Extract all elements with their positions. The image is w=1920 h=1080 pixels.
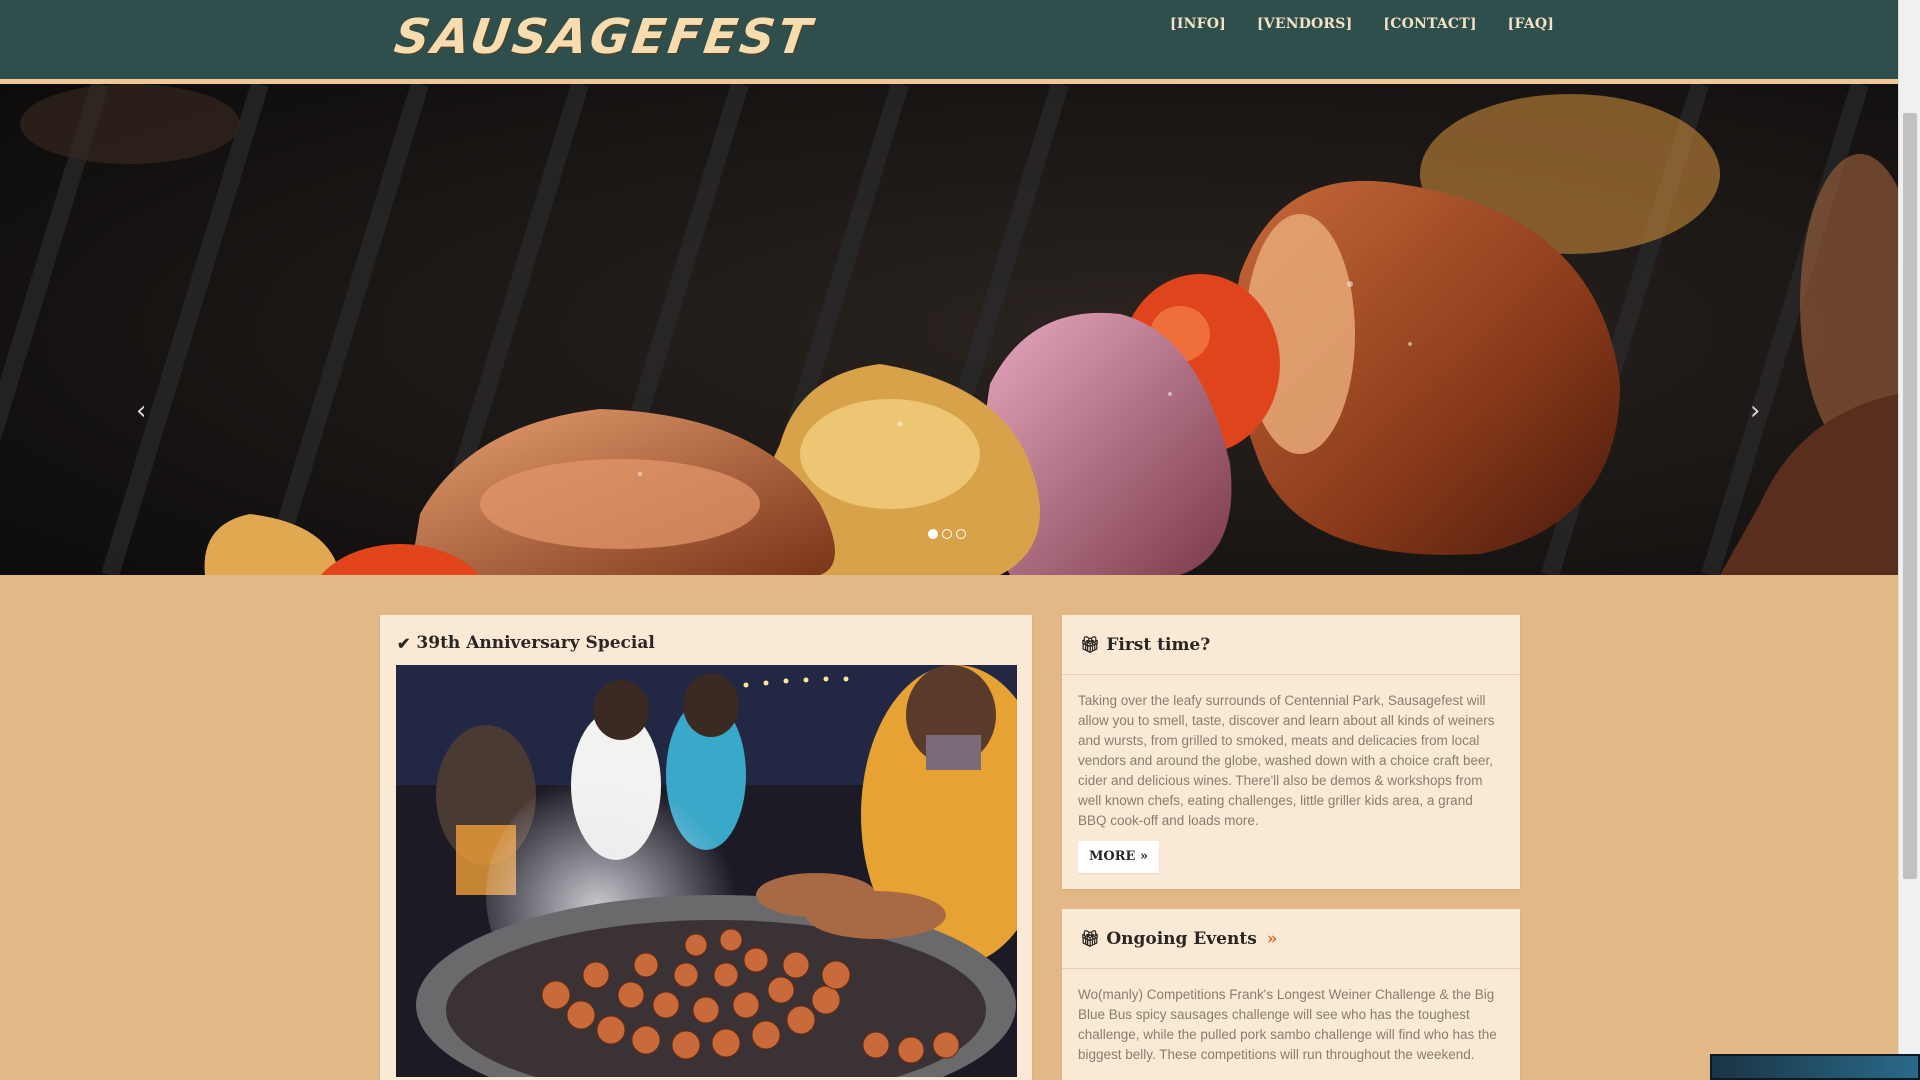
carousel-dot-3[interactable] bbox=[956, 529, 966, 539]
nav-faq[interactable]: [FAQ] bbox=[1508, 16, 1554, 32]
site-logo[interactable]: SAUSAGEFEST bbox=[391, 9, 817, 65]
ongoing-events-title[interactable]: 🎁︎ Ongoing Events » bbox=[1080, 929, 1277, 949]
carousel-prev-button[interactable]: ‹ bbox=[136, 396, 146, 426]
first-time-body: Taking over the leafy surrounds of Cente… bbox=[1062, 675, 1520, 873]
anniversary-title-text: 39th Anniversary Special bbox=[416, 633, 655, 653]
gift-icon: 🎁︎ bbox=[1080, 929, 1101, 948]
hero-skewer-image bbox=[0, 84, 1898, 575]
check-icon: ✔ bbox=[397, 633, 411, 653]
ongoing-events-body: Wo(manly) Competitions Frank's Longest W… bbox=[1062, 969, 1520, 1065]
ongoing-events-card: 🎁︎ Ongoing Events » Wo(manly) Competitio… bbox=[1062, 909, 1520, 1080]
first-time-title: 🎁︎ First time? bbox=[1080, 635, 1210, 655]
nav-vendors[interactable]: [VENDORS] bbox=[1257, 16, 1352, 32]
anniversary-photo bbox=[396, 665, 1017, 1077]
first-time-title-text: First time? bbox=[1106, 634, 1211, 655]
gift-icon: 🎁︎ bbox=[1080, 635, 1101, 654]
video-popup-thumbnail[interactable] bbox=[1710, 1054, 1920, 1080]
carousel-dot-2[interactable] bbox=[942, 529, 952, 539]
scrollbar-thumb[interactable] bbox=[1903, 113, 1917, 879]
anniversary-card: ✔ 39th Anniversary Special bbox=[380, 615, 1032, 1080]
anniversary-title: ✔ 39th Anniversary Special bbox=[397, 633, 655, 653]
main-nav: [INFO] [VENDORS] [CONTACT] [FAQ] bbox=[1170, 16, 1554, 32]
ongoing-events-text: Wo(manly) Competitions Frank's Longest W… bbox=[1078, 987, 1497, 1062]
carousel-indicators bbox=[928, 529, 966, 539]
scrollbar[interactable] bbox=[1898, 0, 1920, 1080]
hero-carousel: ‹ › bbox=[0, 84, 1898, 575]
first-time-card: 🎁︎ First time? Taking over the leafy sur… bbox=[1062, 615, 1520, 889]
page: SAUSAGEFEST [INFO] [VENDORS] [CONTACT] [… bbox=[0, 0, 1898, 1080]
site-header: SAUSAGEFEST [INFO] [VENDORS] [CONTACT] [… bbox=[0, 0, 1898, 84]
ongoing-events-header: 🎁︎ Ongoing Events » bbox=[1062, 909, 1520, 969]
first-time-header: 🎁︎ First time? bbox=[1062, 615, 1520, 675]
carousel-dot-1[interactable] bbox=[928, 529, 938, 539]
grilling-sausages-image bbox=[396, 665, 1017, 1077]
first-time-text: Taking over the leafy surrounds of Cente… bbox=[1078, 693, 1495, 828]
carousel-next-button[interactable]: › bbox=[1750, 396, 1760, 426]
ongoing-events-title-text: Ongoing Events bbox=[1106, 928, 1257, 949]
nav-info[interactable]: [INFO] bbox=[1170, 16, 1226, 32]
more-button[interactable]: MORE » bbox=[1078, 841, 1160, 873]
ongoing-events-raquo: » bbox=[1266, 928, 1278, 949]
nav-contact[interactable]: [CONTACT] bbox=[1383, 16, 1476, 32]
